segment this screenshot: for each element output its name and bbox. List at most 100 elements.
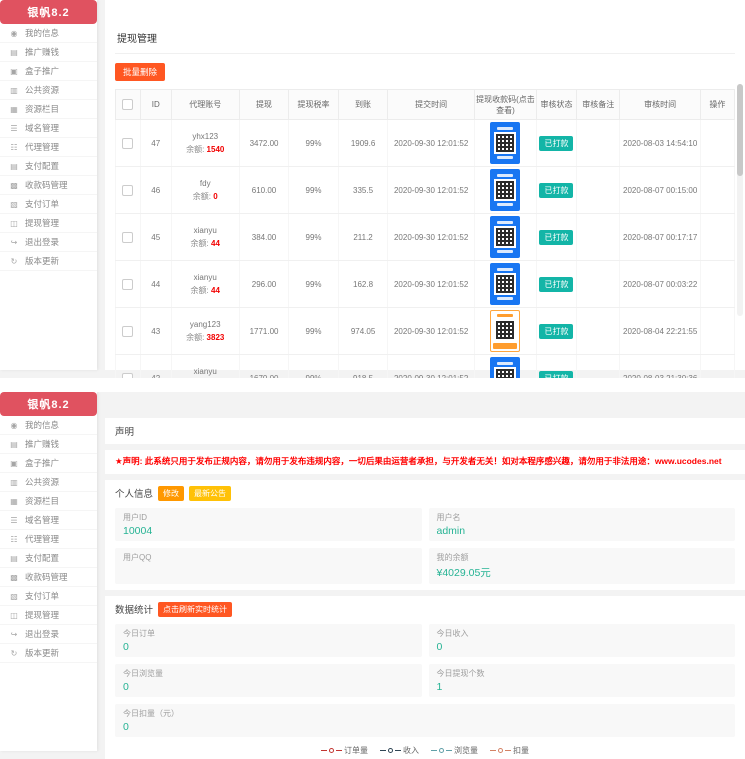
sidebar-item-qrcode[interactable]: ▩ 收款码管理: [0, 176, 97, 195]
column-header: 提现收款码(点击查看): [474, 90, 536, 120]
sidebar-item-pay-config[interactable]: ▤支付配置: [0, 157, 97, 176]
sidebar-item-label: 公共资源: [25, 476, 59, 488]
row-checkbox[interactable]: [122, 326, 133, 337]
legend-item[interactable]: 浏览量: [431, 745, 478, 756]
rate-cell: 99%: [289, 308, 339, 355]
status-cell: 已打款: [536, 261, 576, 308]
submit-time-cell: 2020-09-30 12:01:52: [388, 308, 475, 355]
action-cell: [700, 167, 734, 214]
sidebar-item-update[interactable]: ↻版本更新: [0, 252, 97, 271]
sidebar-item-withdraw[interactable]: ◫提现管理: [0, 606, 97, 625]
column-header: 提现税率: [289, 90, 339, 120]
sidebar-item-domain[interactable]: ☰域名管理: [0, 119, 97, 138]
row-checkbox[interactable]: [122, 232, 133, 243]
row-select-cell: [116, 167, 141, 214]
dashboard-screen: 银帆8.2 ◉我的信息▤推广赚钱▣盒子推广▥公共资源▦资源栏目☰域名管理☷代理管…: [0, 392, 745, 759]
field-label: 我的余额: [437, 552, 728, 563]
legend-item[interactable]: 收入: [380, 745, 419, 756]
withdraw-qrcode[interactable]: [490, 310, 520, 352]
withdraw-qrcode[interactable]: [490, 216, 520, 258]
sidebar-item-label: 代理管理: [25, 141, 59, 153]
row-checkbox[interactable]: [122, 138, 133, 149]
sidebar-item-user[interactable]: ◉我的信息: [0, 416, 97, 435]
sidebar-item-pay-config[interactable]: ▤支付配置: [0, 549, 97, 568]
sidebar-item-label: 收款码管理: [25, 179, 68, 191]
sidebar-item-promo[interactable]: ▤推广赚钱: [0, 43, 97, 62]
agent-name: xianyu: [173, 273, 238, 282]
sidebar-item-withdraw[interactable]: ◫提现管理: [0, 214, 97, 233]
sidebar-item-domain[interactable]: ☰域名管理: [0, 511, 97, 530]
domain-icon: ☰: [9, 124, 19, 133]
agent-icon: ☷: [9, 143, 19, 152]
sidebar-item-label: 提现管理: [25, 609, 59, 621]
row-checkbox[interactable]: [122, 373, 133, 379]
sidebar-item-category[interactable]: ▦资源栏目: [0, 100, 97, 119]
stats-title-label: 数据统计: [115, 602, 153, 616]
withdraw-qrcode[interactable]: [490, 263, 520, 305]
agent-balance: 余额: 44: [173, 238, 238, 249]
table-scrollbar[interactable]: [737, 84, 743, 316]
edit-button[interactable]: 修改: [158, 486, 184, 501]
field-value: [123, 565, 414, 577]
dashboard-main: 声明 ★声明: 此系统只用于发布正规内容，请勿用于发布违规内容，一切后果由运营者…: [105, 418, 745, 759]
field-label: 用户QQ: [123, 552, 414, 563]
column-header: 操作: [700, 90, 734, 120]
sidebar-item-label: 版本更新: [25, 647, 59, 659]
sidebar-item-order[interactable]: ▧支付订单: [0, 195, 97, 214]
sidebar-item-qrcode[interactable]: ▩收款码管理: [0, 568, 97, 587]
row-select-cell: [116, 308, 141, 355]
column-header: 到账: [338, 90, 388, 120]
remark-cell: [577, 120, 620, 167]
row-checkbox[interactable]: [122, 279, 133, 290]
sidebar-item-label: 资源栏目: [25, 495, 59, 507]
sidebar-item-user[interactable]: ◉我的信息: [0, 24, 97, 43]
action-cell: [700, 120, 734, 167]
logout-icon: ↪: [9, 238, 19, 247]
sidebar-item-box[interactable]: ▣盒子推广: [0, 454, 97, 473]
legend-item[interactable]: 扣量: [490, 745, 529, 756]
submit-time-cell: 2020-09-30 12:01:52: [388, 167, 475, 214]
row-checkbox[interactable]: [122, 185, 133, 196]
row-select-cell: [116, 261, 141, 308]
legend-item[interactable]: 订单量: [321, 745, 368, 756]
rate-cell: 99%: [289, 355, 339, 379]
sidebar-item-logout[interactable]: ↪退出登录: [0, 233, 97, 252]
sidebar-item-category[interactable]: ▦资源栏目: [0, 492, 97, 511]
withdraw-qrcode[interactable]: [490, 122, 520, 164]
table-row: 45xianyu余额: 44384.0099%211.22020-09-30 1…: [116, 214, 735, 261]
box-icon: ▣: [9, 459, 19, 468]
qrcode-icon: ▩: [9, 181, 19, 190]
sidebar-item-agent[interactable]: ☷ 代理管理: [0, 138, 97, 157]
stats-fields: 今日订单0今日收入0今日浏览量0今日提现个数1今日扣量（元）0: [115, 624, 735, 737]
sidebar-item-logout[interactable]: ↪退出登录: [0, 625, 97, 644]
stats-chart: 订单量收入浏览量扣量 订单量: 0 (0%) 收入: 0 (0%) 浏览量: 0…: [115, 745, 735, 759]
column-header: 审核状态: [536, 90, 576, 120]
remark-cell: [577, 261, 620, 308]
audit-time-cell: 2020-08-03 21:30:36: [620, 355, 700, 379]
select-all-checkbox[interactable]: [122, 99, 133, 110]
sidebar-item-resource[interactable]: ▥公共资源: [0, 473, 97, 492]
audit-time-cell: 2020-08-07 00:03:22: [620, 261, 700, 308]
notice-button[interactable]: 最新公告: [189, 486, 231, 501]
status-cell: 已打款: [536, 308, 576, 355]
sidebar-item-box[interactable]: ▣盒子推广: [0, 62, 97, 81]
agent-balance: 余额: 1540: [173, 144, 238, 155]
agent-balance: 余额: 3823: [173, 332, 238, 343]
batch-delete-button[interactable]: 批量删除: [115, 63, 165, 81]
scrollbar-thumb[interactable]: [737, 84, 743, 176]
sidebar-nav: ◉我的信息▤推广赚钱▣盒子推广▥公共资源▦资源栏目☰域名管理☷代理管理▤支付配置…: [0, 416, 97, 663]
submit-time-cell: 2020-09-30 12:01:52: [388, 261, 475, 308]
sidebar-item-resource[interactable]: ▥公共资源: [0, 81, 97, 100]
remark-cell: [577, 308, 620, 355]
order-icon: ▧: [9, 200, 19, 209]
agent-name: fdy: [173, 179, 238, 188]
sidebar-item-update[interactable]: ↻版本更新: [0, 644, 97, 663]
sidebar-item-promo[interactable]: ▤推广赚钱: [0, 435, 97, 454]
sidebar-item-agent[interactable]: ☷代理管理: [0, 530, 97, 549]
withdraw-qrcode[interactable]: [490, 169, 520, 211]
withdraw-qrcode[interactable]: [490, 357, 520, 378]
legend-marker-circle: [329, 748, 334, 753]
paid-status-badge: 已打款: [539, 371, 573, 379]
refresh-stats-button[interactable]: 点击刷新实时统计: [158, 602, 232, 617]
sidebar-item-order[interactable]: ▧支付订单: [0, 587, 97, 606]
